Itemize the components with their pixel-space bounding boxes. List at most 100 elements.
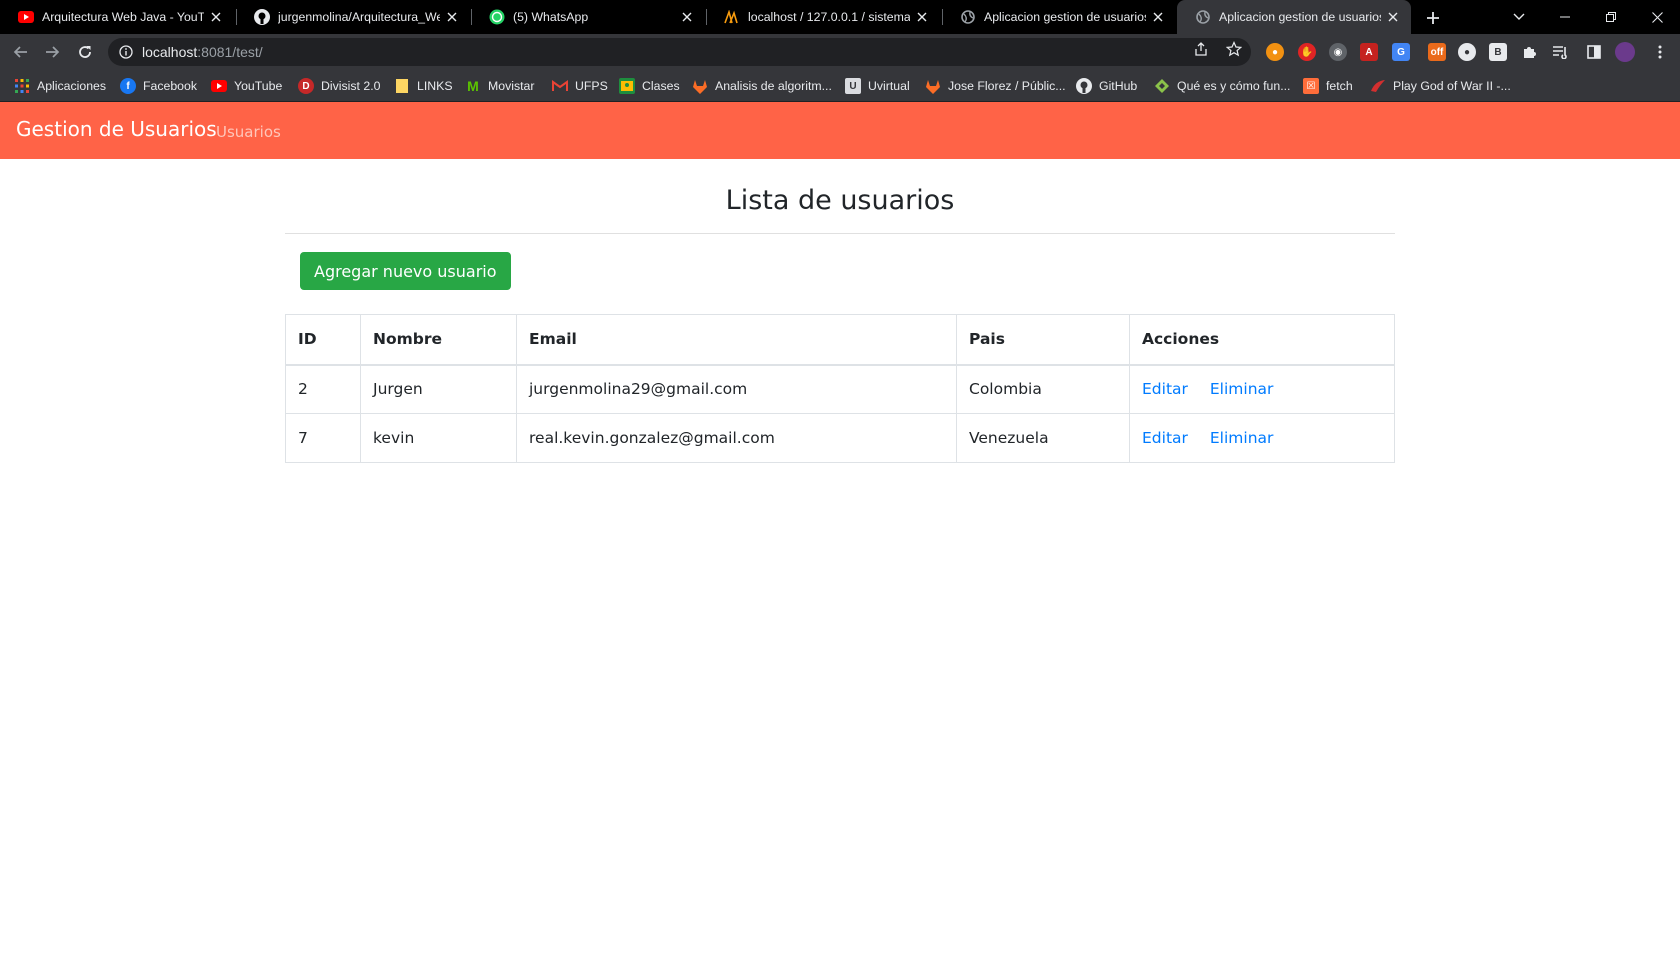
tab-search-button[interactable] xyxy=(1496,0,1542,34)
bookmark-movistar[interactable]: M Movistar xyxy=(465,70,534,102)
edit-link[interactable]: Editar xyxy=(1142,429,1188,447)
tab-title: (5) WhatsApp xyxy=(513,10,589,24)
bookmark-jose-florez[interactable]: Jose Florez / Públic... xyxy=(925,70,1066,102)
bookmark-facebook[interactable]: f Facebook xyxy=(120,70,197,102)
column-header-pais: Pais xyxy=(956,314,1130,366)
divisist-icon: D xyxy=(298,78,314,94)
bookmark-star-button[interactable] xyxy=(1225,40,1243,58)
bookmark-label: Jose Florez / Públic... xyxy=(948,79,1066,93)
arrow-right-icon xyxy=(46,46,60,58)
tab-phpmyadmin[interactable]: localhost / 127.0.0.1 / sistema / u xyxy=(706,0,940,34)
new-tab-button[interactable] xyxy=(1421,6,1445,30)
extensions-puzzle-icon[interactable] xyxy=(1520,43,1538,61)
tab-whatsapp[interactable]: (5) WhatsApp xyxy=(471,0,705,34)
close-tab-icon[interactable] xyxy=(1150,9,1166,25)
cell-pais: Venezuela xyxy=(956,413,1130,463)
extension-acrobat-icon[interactable]: A xyxy=(1360,43,1378,61)
cell-acciones: Editar Eliminar xyxy=(1129,413,1395,463)
column-header-acciones: Acciones xyxy=(1129,314,1395,366)
reload-button[interactable] xyxy=(73,40,97,64)
bookmark-youtube[interactable]: YouTube xyxy=(211,70,282,102)
extension-owl-icon[interactable]: ◉ xyxy=(1329,43,1347,61)
forward-button[interactable] xyxy=(40,40,64,64)
tab-github[interactable]: jurgenmolina/Arquitectura_Web xyxy=(236,0,470,34)
media-control-icon[interactable] xyxy=(1551,43,1569,61)
bookmark-github[interactable]: GitHub xyxy=(1076,70,1137,102)
site-info-icon[interactable] xyxy=(118,44,134,60)
cell-email: jurgenmolina29@gmail.com xyxy=(516,364,957,414)
tab-strip: Arquitectura Web Java - YouTube jurgenmo… xyxy=(0,0,1680,34)
add-user-button[interactable]: Agregar nuevo usuario xyxy=(300,252,511,290)
nav-link-usuarios[interactable]: Usuarios xyxy=(216,123,281,141)
bookmark-label: Qué es y cómo fun... xyxy=(1177,79,1291,93)
whatsapp-icon xyxy=(489,9,505,25)
extension-translate-icon[interactable]: G xyxy=(1392,43,1410,61)
close-tab-icon[interactable] xyxy=(208,9,224,25)
tab-app-1[interactable]: Aplicacion gestion de usuarios xyxy=(942,0,1176,34)
bookmark-analisis[interactable]: Analisis de algoritm... xyxy=(692,70,832,102)
youtube-icon xyxy=(211,78,227,94)
menu-more-icon[interactable] xyxy=(1651,43,1669,61)
close-tab-icon[interactable] xyxy=(1385,9,1401,25)
gitlab-icon xyxy=(925,78,941,94)
url-host: localhost xyxy=(142,44,198,60)
bookmark-label: Clases xyxy=(642,79,680,93)
profile-avatar[interactable] xyxy=(1615,42,1635,62)
extension-rss-icon[interactable]: ● xyxy=(1266,43,1284,61)
bookmark-label: Uvirtual xyxy=(868,79,910,93)
delete-link[interactable]: Eliminar xyxy=(1210,380,1274,398)
bookmark-label: Movistar xyxy=(488,79,535,93)
github-icon xyxy=(1076,78,1092,94)
close-tab-icon[interactable] xyxy=(444,9,460,25)
movistar-icon: M xyxy=(467,78,479,94)
extension-stop-icon[interactable]: ✋ xyxy=(1298,43,1316,61)
tab-app-active[interactable]: Aplicacion gestion de usuarios xyxy=(1177,0,1411,34)
cell-nombre: kevin xyxy=(360,413,517,463)
bookmark-label: Aplicaciones xyxy=(37,79,107,93)
bookmark-aplicaciones[interactable]: Aplicaciones xyxy=(14,70,106,102)
extension-circle-icon[interactable]: ● xyxy=(1458,43,1476,61)
side-panel-icon[interactable] xyxy=(1585,43,1603,61)
tab-title: Arquitectura Web Java - YouTube xyxy=(42,10,204,24)
folder-icon xyxy=(394,78,410,94)
share-icon xyxy=(1195,42,1207,56)
url-text: localhost:8081/test/ xyxy=(142,44,263,60)
bookmark-god-of-war[interactable]: Play God of War II -... xyxy=(1370,70,1511,102)
back-button[interactable] xyxy=(9,40,33,64)
close-tab-icon[interactable] xyxy=(679,9,695,25)
diamond-icon xyxy=(1154,78,1170,94)
bookmark-links[interactable]: LINKS xyxy=(394,70,453,102)
bookmark-divisist[interactable]: D Divisist 2.0 xyxy=(298,70,380,102)
apps-grid-icon xyxy=(14,78,30,94)
close-tab-icon[interactable] xyxy=(914,9,930,25)
browser-toolbar: localhost:8081/test/ ● ✋ ◉ A G off ● B xyxy=(0,34,1680,70)
table-row: 7 kevin real.kevin.gonzalez@gmail.com Ve… xyxy=(285,413,1395,463)
page-viewport: Gestion de Usuarios Usuarios Lista de us… xyxy=(0,102,1680,980)
bookmark-uvirtual[interactable]: U Uvirtual xyxy=(845,70,910,102)
tab-title: localhost / 127.0.0.1 / sistema / u xyxy=(748,10,910,24)
table-row: 2 Jurgen jurgenmolina29@gmail.com Colomb… xyxy=(285,364,1395,414)
bookmark-clases[interactable]: Clases xyxy=(619,70,680,102)
app-brand[interactable]: Gestion de Usuarios xyxy=(16,117,217,141)
reload-icon xyxy=(79,46,91,58)
edit-link[interactable]: Editar xyxy=(1142,380,1188,398)
delete-link[interactable]: Eliminar xyxy=(1210,429,1274,447)
close-window-button[interactable] xyxy=(1634,0,1680,34)
tab-youtube[interactable]: Arquitectura Web Java - YouTube xyxy=(0,0,234,34)
globe-icon xyxy=(1195,9,1211,25)
bookmark-label: Facebook xyxy=(143,79,198,93)
extension-b-icon[interactable]: B xyxy=(1489,43,1507,61)
close-icon xyxy=(1651,11,1663,23)
restore-button[interactable] xyxy=(1588,0,1634,34)
extension-off-icon[interactable]: off xyxy=(1428,43,1446,61)
bookmark-label: Divisist 2.0 xyxy=(321,79,381,93)
column-header-email: Email xyxy=(516,314,957,366)
arrow-left-icon xyxy=(13,46,27,58)
minimize-button[interactable] xyxy=(1542,0,1588,34)
share-button[interactable] xyxy=(1192,40,1210,58)
bookmark-fetch[interactable]: ☒ fetch xyxy=(1303,70,1353,102)
address-bar[interactable]: localhost:8081/test/ xyxy=(108,38,1251,66)
bookmark-label: YouTube xyxy=(234,79,283,93)
bookmark-ufps[interactable]: UFPS xyxy=(552,70,608,102)
bookmark-que-es[interactable]: Qué es y cómo fun... xyxy=(1154,70,1290,102)
